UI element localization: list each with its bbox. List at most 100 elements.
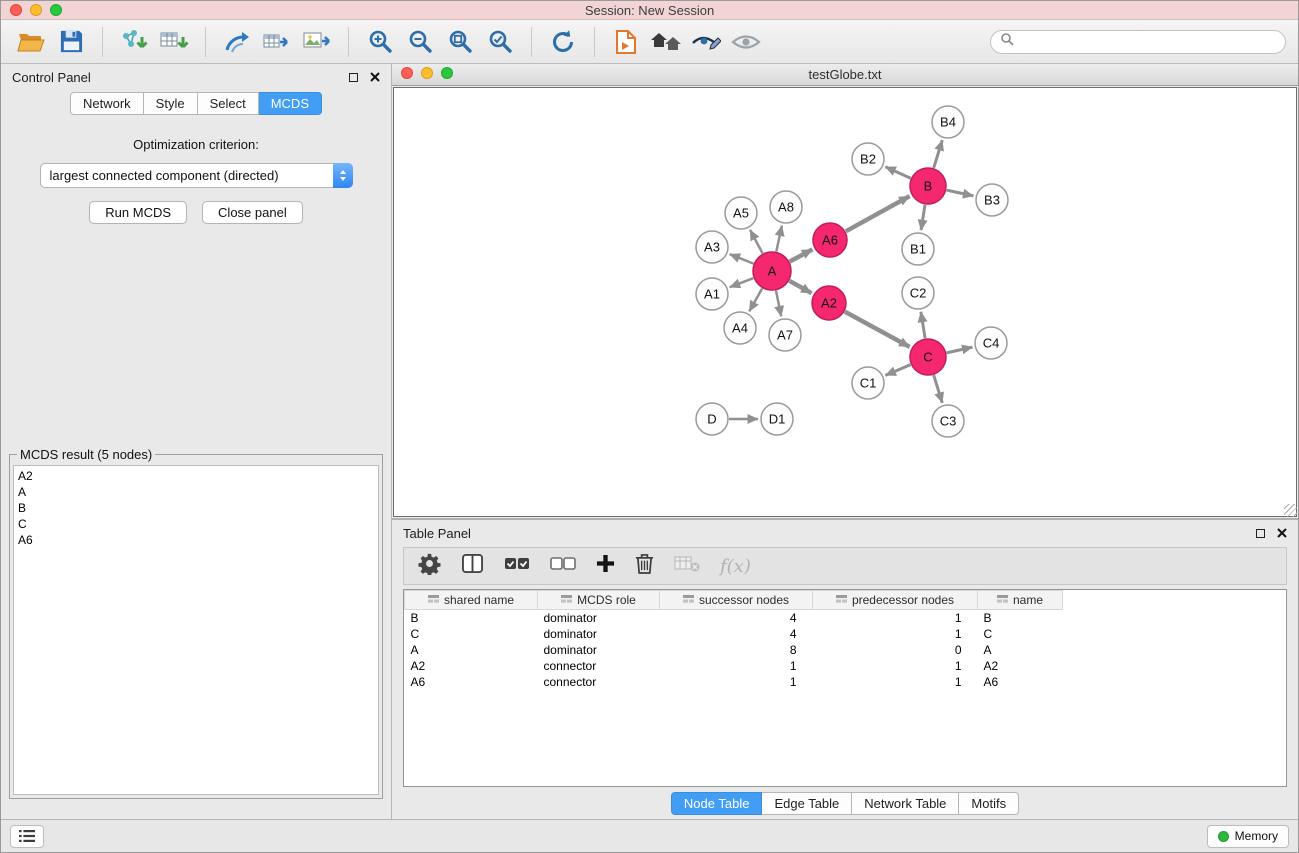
graph-node-A[interactable]: A	[753, 252, 791, 290]
import-table-icon[interactable]	[156, 25, 192, 59]
graph-node-B1[interactable]: B1	[902, 233, 934, 265]
tab-style[interactable]: Style	[144, 92, 198, 115]
zoom-in-icon[interactable]	[362, 25, 398, 59]
table-row[interactable]: A2connector11A2	[405, 658, 1063, 674]
import-network-icon[interactable]	[116, 25, 152, 59]
minimize-window-button[interactable]	[30, 4, 42, 16]
graph-node-A5[interactable]: A5	[725, 197, 757, 229]
graph-edge-B-B4[interactable]	[934, 140, 943, 168]
graph-edge-A-A6[interactable]	[790, 249, 813, 261]
graph-edge-A-A4[interactable]	[749, 288, 762, 311]
graph-node-A7[interactable]: A7	[769, 319, 801, 351]
graph-edge-B-B3[interactable]	[947, 190, 974, 196]
tab-network[interactable]: Network	[70, 92, 144, 115]
close-panel-icon[interactable]	[370, 70, 380, 85]
tab-mcds[interactable]: MCDS	[259, 92, 322, 115]
open-document-icon[interactable]	[608, 25, 644, 59]
tab-motifs[interactable]: Motifs	[959, 792, 1019, 815]
graph-node-C2[interactable]: C2	[902, 277, 934, 309]
resize-grip[interactable]	[1284, 504, 1297, 517]
deselect-all-icon[interactable]	[550, 556, 576, 577]
graph-node-B2[interactable]: B2	[852, 143, 884, 175]
graph-node-A8[interactable]: A8	[770, 191, 802, 223]
export-table-icon[interactable]	[259, 25, 295, 59]
zoom-selected-icon[interactable]	[482, 25, 518, 59]
close-window-button[interactable]	[10, 4, 22, 16]
graph-edge-C-C2[interactable]	[921, 312, 925, 338]
add-row-icon[interactable]	[596, 554, 615, 578]
zoom-window-button[interactable]	[50, 4, 62, 16]
graph-edge-C-C3[interactable]	[934, 375, 943, 403]
zoom-fit-icon[interactable]	[442, 25, 478, 59]
column-header-predecessor-nodes[interactable]: predecessor nodes	[813, 591, 978, 610]
show-details-icon[interactable]	[688, 25, 724, 59]
graph-node-A4[interactable]: A4	[724, 312, 756, 344]
export-network-icon[interactable]	[219, 25, 255, 59]
column-header-name[interactable]: name	[978, 591, 1063, 610]
column-header-shared-name[interactable]: shared name	[405, 591, 538, 610]
tab-node-table[interactable]: Node Table	[671, 792, 763, 815]
column-header-successor-nodes[interactable]: successor nodes	[660, 591, 813, 610]
close-table-panel-icon[interactable]	[1277, 526, 1287, 541]
export-image-icon[interactable]	[299, 25, 335, 59]
refresh-layout-icon[interactable]	[545, 25, 581, 59]
graph-node-D[interactable]: D	[696, 403, 728, 435]
table-row[interactable]: Adominator80A	[405, 642, 1063, 658]
save-icon[interactable]	[53, 25, 89, 59]
graph-edge-A2-C[interactable]	[845, 312, 910, 347]
graph-edge-C-C4[interactable]	[947, 347, 973, 353]
list-item[interactable]: A	[18, 484, 374, 500]
table-row[interactable]: Bdominator41B	[405, 610, 1063, 626]
list-item[interactable]: B	[18, 500, 374, 516]
graph-node-B4[interactable]: B4	[932, 106, 964, 138]
tab-edge-table[interactable]: Edge Table	[762, 792, 852, 815]
graph-node-A1[interactable]: A1	[696, 278, 728, 310]
graph-node-B[interactable]: B	[910, 168, 946, 204]
graph-edge-B-B1[interactable]	[921, 205, 925, 230]
graph-edge-C-C1[interactable]	[885, 365, 910, 376]
search-input[interactable]	[1020, 35, 1276, 49]
table-row[interactable]: Cdominator41C	[405, 626, 1063, 642]
task-list-icon[interactable]	[10, 825, 44, 848]
list-item[interactable]: A6	[18, 532, 374, 548]
list-item[interactable]: A2	[18, 468, 374, 484]
eye-icon[interactable]	[728, 25, 764, 59]
trash-icon[interactable]	[635, 552, 654, 580]
float-panel-icon[interactable]	[349, 73, 358, 82]
mcds-result-list[interactable]: A2ABCA6	[13, 465, 379, 795]
network-canvas[interactable]: B4B2BB3B1A5A8A6A3AA1A2C2A4A7C4CC1C3DD1	[393, 87, 1297, 517]
tab-select[interactable]: Select	[198, 92, 259, 115]
open-folder-icon[interactable]	[13, 25, 49, 59]
graph-node-C[interactable]: C	[910, 339, 946, 375]
graph-node-A2[interactable]: A2	[812, 286, 846, 320]
close-network-window-button[interactable]	[401, 67, 413, 79]
memory-button[interactable]: Memory	[1207, 825, 1289, 848]
graph-edge-A-A1[interactable]	[730, 278, 754, 287]
graph-edge-A-A2[interactable]	[789, 281, 811, 293]
float-table-panel-icon[interactable]	[1256, 529, 1265, 538]
graph-edge-A-A3[interactable]	[730, 254, 754, 264]
optimization-dropdown[interactable]: largest connected component (directed)	[40, 163, 353, 188]
table-row[interactable]: A6connector11A6	[405, 674, 1063, 690]
zoom-out-icon[interactable]	[402, 25, 438, 59]
graph-node-A6[interactable]: A6	[813, 223, 847, 257]
graph-node-C3[interactable]: C3	[932, 405, 964, 437]
graph-node-B3[interactable]: B3	[976, 184, 1008, 216]
column-header-MCDS-role[interactable]: MCDS role	[538, 591, 660, 610]
home-icon[interactable]	[648, 25, 684, 59]
close-panel-button[interactable]: Close panel	[202, 201, 303, 224]
minimize-network-window-button[interactable]	[421, 67, 433, 79]
graph-node-D1[interactable]: D1	[761, 403, 793, 435]
graph-node-C4[interactable]: C4	[975, 327, 1007, 359]
graph-edge-B-B2[interactable]	[885, 167, 910, 178]
graph-edge-A-A7[interactable]	[776, 291, 781, 317]
zoom-network-window-button[interactable]	[441, 67, 453, 79]
graph-edge-A-A5[interactable]	[750, 230, 763, 254]
select-all-icon[interactable]	[504, 556, 530, 577]
graph-node-C1[interactable]: C1	[852, 367, 884, 399]
graph-edge-A6-B[interactable]	[846, 196, 910, 231]
tab-network-table[interactable]: Network Table	[852, 792, 959, 815]
list-item[interactable]: C	[18, 516, 374, 532]
graph-edge-A-A8[interactable]	[776, 226, 782, 252]
gear-icon[interactable]	[418, 552, 441, 580]
